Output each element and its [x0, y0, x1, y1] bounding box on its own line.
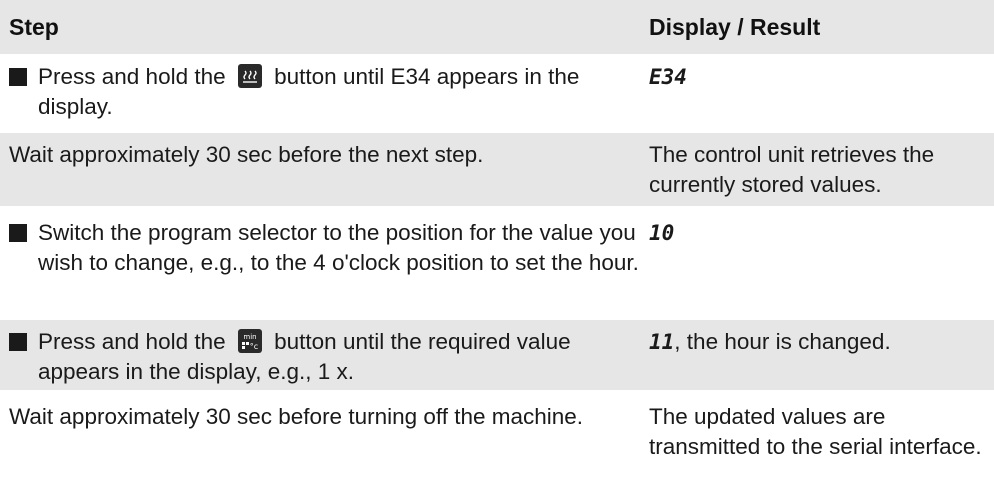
min-celsius-icon: min °c: [237, 329, 262, 353]
header-step: Step: [9, 13, 59, 40]
step-text: Press and hold the button until E34 appe…: [38, 64, 580, 119]
result-cell: The updated values are transmitted to th…: [649, 404, 982, 459]
table-row: Press and hold the min °c button until th…: [0, 320, 994, 390]
svg-text:°c: °c: [250, 342, 258, 351]
result-cell: The control unit retrieves the currently…: [649, 142, 935, 197]
table-row: Wait approximately 30 sec before turning…: [0, 395, 994, 496]
step-cell: Wait approximately 30 sec before turning…: [9, 404, 584, 429]
display-code: 11: [649, 330, 675, 354]
step-cell: Press and hold the button until E34 appe…: [0, 62, 640, 122]
bullet-square-icon: [9, 333, 27, 351]
table-header: Step Display / Result: [0, 0, 994, 54]
display-code: E34: [649, 65, 687, 89]
result-cell: E34: [640, 62, 994, 92]
step-cell: Press and hold the min °c button until th…: [0, 327, 640, 387]
bullet-square-icon: [9, 224, 27, 242]
step-text: Press and hold the min °c button until th…: [38, 329, 571, 384]
result-cell: 10: [640, 218, 994, 248]
bullet-square-icon: [9, 68, 27, 86]
table-row: Switch the program selector to the posit…: [0, 211, 994, 312]
heat-icon: [237, 64, 262, 88]
step-cell: Switch the program selector to the posit…: [0, 218, 640, 278]
result-cell: 11, the hour is changed.: [640, 327, 994, 357]
header-display-result: Display / Result: [649, 13, 821, 40]
display-code: 10: [649, 221, 675, 245]
step-cell: Wait approximately 30 sec before the nex…: [9, 142, 484, 167]
svg-text:min: min: [243, 333, 256, 341]
step-text: Switch the program selector to the posit…: [38, 220, 639, 275]
result-text: , the hour is changed.: [674, 329, 891, 354]
table-row: Wait approximately 30 sec before the nex…: [0, 133, 994, 206]
instruction-table: Step Display / Result Press and hold the…: [0, 0, 994, 496]
table-row: Press and hold the button until E34 appe…: [0, 55, 994, 125]
